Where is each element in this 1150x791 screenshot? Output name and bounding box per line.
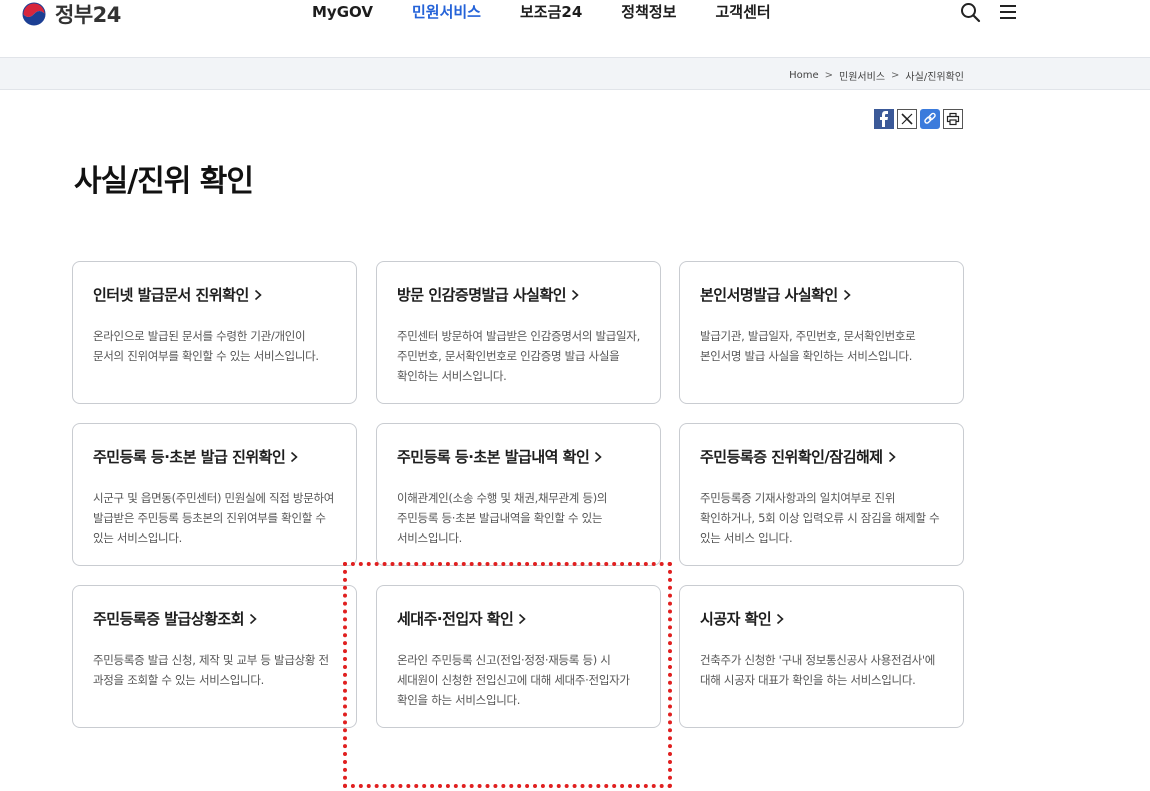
facebook-icon[interactable] <box>874 109 894 129</box>
search-icon[interactable] <box>960 2 981 27</box>
card-title-text: 주민등록 등·초본 발급 진위확인 <box>93 448 286 466</box>
card-title: 세대주·전입자 확인 <box>397 608 640 629</box>
card-title: 인터넷 발급문서 진위확인 <box>93 284 336 305</box>
card-title: 주민등록증 진위확인/잠김해제 <box>700 446 943 467</box>
chevron-right-icon <box>519 613 527 624</box>
service-card-internet-doc-verify[interactable]: 인터넷 발급문서 진위확인 온라인으로 발급된 문서를 수령한 기관/개인이 문… <box>72 261 357 404</box>
chevron-right-icon <box>888 451 896 462</box>
card-description: 발급기관, 발급일자, 주민번호, 문서확인번호로 본인서명 발급 사실을 확인… <box>700 329 916 363</box>
breadcrumb-bar: Home > 민원서비스 > 사실/진위확인 <box>0 57 1150 90</box>
card-description: 온라인 주민등록 신고(전입·정정·재등록 등) 시 세대원이 신청한 전입신고… <box>397 653 630 707</box>
breadcrumb-current: 사실/진위확인 <box>905 72 964 83</box>
service-card-resident-copy-verify[interactable]: 주민등록 등·초본 발급 진위확인 시군구 및 읍면동(주민센터) 민원실에 직… <box>72 423 357 566</box>
card-title-text: 방문 인감증명발급 사실확인 <box>397 286 567 304</box>
breadcrumb: Home > 민원서비스 > 사실/진위확인 <box>789 68 964 83</box>
card-description: 주민등록증 기재사항과의 일치여부로 진위 확인하거나, 5회 이상 입력오류 … <box>700 491 940 545</box>
logo-text: 정부24 <box>55 3 121 27</box>
service-card-contractor-confirm[interactable]: 시공자 확인 건축주가 신청한 '구내 정보통신공사 사용전검사'에 대해 시공… <box>679 585 964 728</box>
breadcrumb-home[interactable]: Home <box>789 70 819 81</box>
service-card-householder-confirm[interactable]: 세대주·전입자 확인 온라인 주민등록 신고(전입·정정·재등록 등) 시 세대… <box>376 585 661 728</box>
chevron-right-icon <box>249 613 257 624</box>
service-card-resident-copy-history[interactable]: 주민등록 등·초본 발급내역 확인 이해관계인(소송 수행 및 채권,채무관계 … <box>376 423 661 566</box>
card-title-text: 본인서명발급 사실확인 <box>700 286 838 304</box>
card-title: 본인서명발급 사실확인 <box>700 284 943 305</box>
site-logo[interactable]: 정부24 <box>20 0 121 28</box>
card-title-text: 세대주·전입자 확인 <box>397 610 514 628</box>
card-description: 건축주가 신청한 '구내 정보통신공사 사용전검사'에 대해 시공자 대표가 확… <box>700 653 936 687</box>
card-title: 주민등록 등·초본 발급내역 확인 <box>397 446 640 467</box>
nav-policy-info[interactable]: 정책정보 <box>621 2 676 22</box>
service-card-id-card-issue-status[interactable]: 주민등록증 발급상황조회 주민등록증 발급 신청, 제작 및 교부 등 발급상황… <box>72 585 357 728</box>
card-description: 이해관계인(소송 수행 및 채권,채무관계 등)의 주민등록 등·초본 발급내역… <box>397 491 608 545</box>
x-icon[interactable] <box>897 109 917 129</box>
government-emblem-icon <box>20 0 48 28</box>
card-title-text: 주민등록증 발급상황조회 <box>93 610 245 628</box>
card-title: 방문 인감증명발급 사실확인 <box>397 284 640 305</box>
nav-mygov[interactable]: MyGOV <box>312 2 373 22</box>
card-title: 주민등록 등·초본 발급 진위확인 <box>93 446 336 467</box>
chevron-right-icon <box>254 289 262 300</box>
site-header: 정부24 MyGOV 민원서비스 보조금24 정책정보 고객센터 <box>0 0 1150 57</box>
card-title-text: 시공자 확인 <box>700 610 772 628</box>
chevron-right-icon <box>291 451 298 462</box>
card-title-text: 주민등록증 진위확인/잠김해제 <box>700 448 883 466</box>
card-description: 시군구 및 읍면동(주민센터) 민원실에 직접 방문하여 발급받은 주민등록 등… <box>93 491 335 545</box>
page-title: 사실/진위 확인 <box>74 164 254 199</box>
chevron-right-icon <box>572 289 579 300</box>
chevron-right-icon: > <box>824 70 834 81</box>
card-description: 주민등록증 발급 신청, 제작 및 교부 등 발급상황 전 과정을 조회할 수 … <box>93 653 329 687</box>
print-icon[interactable] <box>943 109 963 129</box>
card-title: 시공자 확인 <box>700 608 943 629</box>
chevron-right-icon <box>777 613 784 624</box>
main-nav: MyGOV 민원서비스 보조금24 정책정보 고객센터 <box>312 2 810 22</box>
card-description: 온라인으로 발급된 문서를 수령한 기관/개인이 문서의 진위여부를 확인할 수… <box>93 329 319 363</box>
nav-customer-center[interactable]: 고객센터 <box>715 2 770 22</box>
link-icon[interactable] <box>920 109 940 129</box>
nav-civil-service[interactable]: 민원서비스 <box>412 2 481 22</box>
chevron-right-icon: > <box>891 70 900 81</box>
service-card-signature-verify[interactable]: 본인서명발급 사실확인 발급기관, 발급일자, 주민번호, 문서확인번호로 본인… <box>679 261 964 404</box>
hamburger-menu-icon[interactable] <box>998 2 1018 26</box>
service-card-id-card-verify-unlock[interactable]: 주민등록증 진위확인/잠김해제 주민등록증 기재사항과의 일치여부로 진위 확인… <box>679 423 964 566</box>
share-toolbar <box>874 109 966 129</box>
card-title: 주민등록증 발급상황조회 <box>93 608 336 629</box>
chevron-right-icon <box>843 289 851 300</box>
card-title-text: 주민등록 등·초본 발급내역 확인 <box>397 448 590 466</box>
card-description: 주민센터 방문하여 발급받은 인감증명서의 발급일자, 주민번호, 문서확인번호… <box>397 329 640 383</box>
chevron-right-icon <box>595 451 602 462</box>
nav-subsidy24[interactable]: 보조금24 <box>520 2 582 22</box>
breadcrumb-civil-service[interactable]: 민원서비스 <box>839 68 885 83</box>
card-title-text: 인터넷 발급문서 진위확인 <box>93 286 249 304</box>
service-card-seal-cert-verify[interactable]: 방문 인감증명발급 사실확인 주민센터 방문하여 발급받은 인감증명서의 발급일… <box>376 261 661 404</box>
